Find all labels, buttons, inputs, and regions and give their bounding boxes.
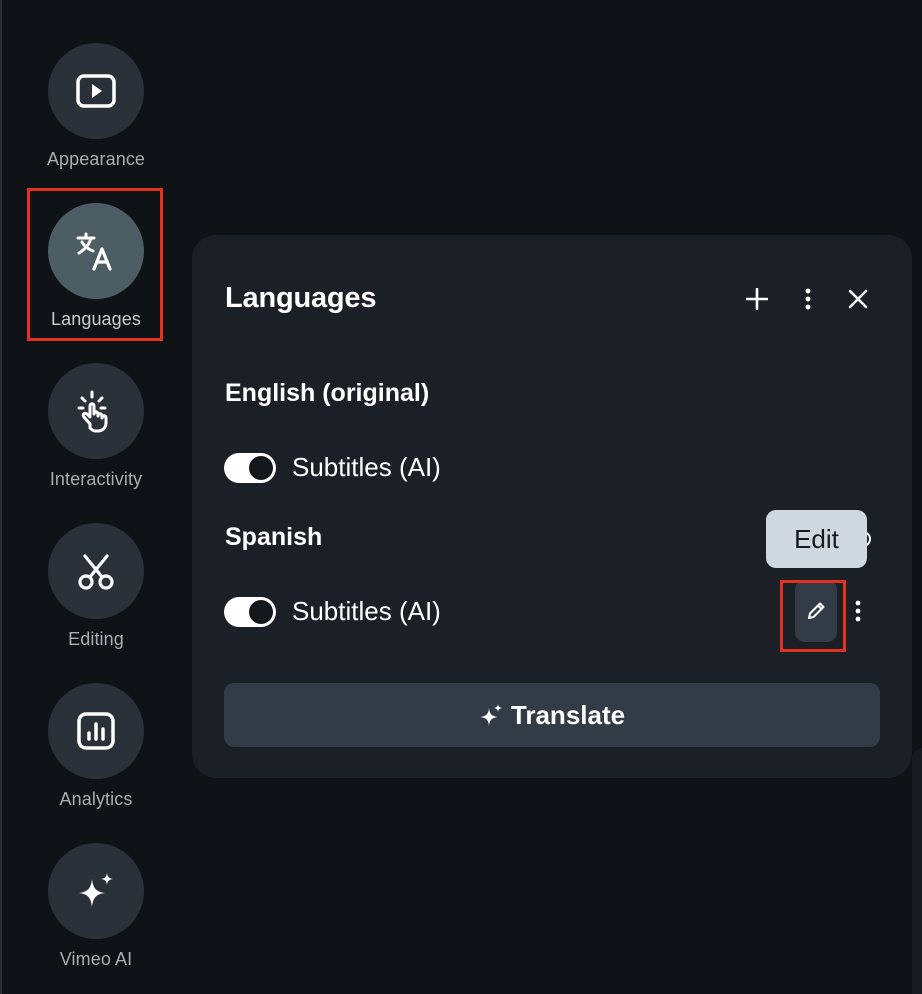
track-label: Subtitles (AI) [292, 596, 441, 626]
analytics-circle[interactable] [48, 683, 144, 779]
sidebar-item-appearance[interactable]: Appearance [30, 31, 162, 181]
scissors-icon [78, 554, 114, 590]
track-label: Subtitles (AI) [292, 452, 441, 482]
toggle-knob [249, 455, 273, 480]
editing-circle[interactable] [48, 523, 144, 619]
track-row-english-subtitles: Subtitles (AI) [224, 452, 441, 483]
window-edge [0, 0, 2, 994]
subtitles-toggle[interactable] [224, 452, 276, 483]
panel-title: Languages [225, 282, 377, 314]
track-row-spanish-subtitles: Subtitles (AI) [224, 596, 441, 627]
edit-subtitles-button[interactable] [795, 580, 837, 642]
edit-tooltip: Edit [766, 510, 867, 568]
sidebar-item-analytics[interactable]: Analytics [30, 671, 162, 821]
interactivity-circle[interactable] [48, 363, 144, 459]
bar-chart-icon [77, 712, 115, 750]
sidebar-item-label: Appearance [46, 149, 146, 169]
sidebar-item-label: Languages [51, 309, 141, 329]
sidebar-item-interactivity[interactable]: Interactivity [30, 351, 162, 501]
languages-panel: Languages English (original) Subtitles (… [192, 235, 912, 778]
language-name-spanish: Spanish [225, 523, 323, 551]
sparkle-icon [79, 873, 113, 907]
sidebar-item-label: Analytics [59, 789, 133, 809]
sidebar-item-vimeo-ai[interactable]: Vimeo AI [30, 831, 162, 981]
language-name-english: English (original) [225, 379, 430, 407]
translate-label: Translate [510, 699, 626, 730]
sidebar-item-label: Vimeo AI [59, 949, 133, 969]
sidebar-item-label: Editing [68, 629, 124, 649]
sidebar-item-label: Interactivity [49, 469, 143, 489]
more-vertical-icon [855, 600, 861, 622]
close-icon [848, 289, 868, 309]
vimeo-ai-circle[interactable] [48, 843, 144, 939]
add-language-button[interactable] [739, 281, 775, 317]
hand-tap-icon [77, 390, 108, 433]
appearance-circle[interactable] [48, 43, 144, 139]
underlying-panel-edge [912, 748, 922, 994]
track-more-button[interactable] [840, 593, 876, 629]
close-panel-button[interactable] [840, 281, 876, 317]
translate-icon [76, 232, 112, 271]
play-box-icon [76, 74, 116, 108]
sparkle-icon [479, 704, 502, 726]
translate-button[interactable]: Translate [224, 683, 880, 747]
subtitles-toggle[interactable] [224, 596, 276, 627]
sidebar-item-editing[interactable]: Editing [30, 511, 162, 661]
more-vertical-icon [805, 288, 811, 310]
pencil-icon [808, 602, 825, 619]
panel-more-button[interactable] [790, 281, 826, 317]
sidebar-item-languages[interactable]: Languages [30, 191, 162, 341]
toggle-knob [249, 599, 273, 624]
plus-icon [746, 288, 768, 310]
languages-circle[interactable] [48, 203, 144, 299]
